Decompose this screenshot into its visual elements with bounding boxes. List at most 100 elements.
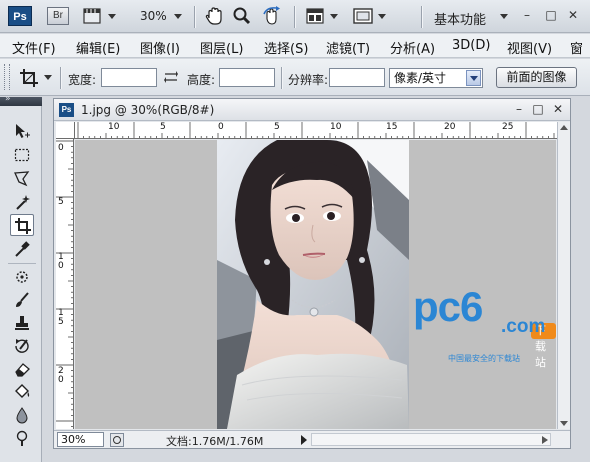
- menu-analysis[interactable]: 分析(A): [390, 38, 435, 57]
- history-brush-tool[interactable]: [10, 335, 34, 357]
- hand-tool-icon[interactable]: [204, 6, 224, 27]
- grip-handle[interactable]: [4, 64, 10, 90]
- maximize-icon[interactable]: □: [544, 8, 558, 22]
- move-tool-icon: [16, 124, 30, 138]
- tool-preset-picker[interactable]: [18, 67, 52, 89]
- crop-tool[interactable]: [10, 214, 34, 236]
- chevron-down-icon: [330, 14, 338, 19]
- status-expand-icon[interactable]: [300, 435, 308, 445]
- document-title: 1.jpg @ 30%(RGB/8#): [81, 103, 215, 117]
- dropdown-button[interactable]: [466, 70, 481, 86]
- vertical-ruler[interactable]: 0 5 1 0 1 5 2 0: [56, 139, 74, 429]
- clone-stamp-icon: [15, 316, 29, 330]
- chevron-down-icon: [44, 75, 52, 80]
- blur-drop-icon: [16, 407, 28, 424]
- minimize-icon[interactable]: –: [512, 102, 526, 116]
- scroll-up-icon[interactable]: [560, 125, 568, 130]
- menu-file[interactable]: 文件(F): [12, 38, 56, 57]
- move-tool[interactable]: [10, 120, 34, 142]
- ruler-label: 5: [160, 122, 166, 132]
- tools-panel: »: [0, 94, 42, 462]
- vertical-scrollbar[interactable]: [557, 122, 570, 429]
- rotate-view-icon[interactable]: [261, 6, 283, 27]
- menu-image[interactable]: 图像(I): [140, 38, 180, 57]
- watermark-brand: pc6: [413, 283, 483, 330]
- chevron-down-icon: [470, 76, 478, 81]
- menu-window[interactable]: 窗: [570, 38, 583, 57]
- blur-tool[interactable]: [10, 404, 34, 426]
- watermark-tagline: 中国最安全的下载站: [448, 354, 520, 363]
- screen-mode-icon: [83, 8, 101, 24]
- close-icon[interactable]: ✕: [566, 8, 580, 22]
- crop-tool-icon: [20, 69, 38, 87]
- menu-layer[interactable]: 图层(L): [200, 38, 243, 57]
- tools-panel-header[interactable]: »: [0, 94, 42, 106]
- magic-wand-tool[interactable]: [10, 192, 34, 214]
- ruler-label: 0: [58, 143, 64, 153]
- horizontal-ruler[interactable]: 10 5 0 5 10 15 20 25: [75, 122, 558, 139]
- dodge-icon: [16, 430, 28, 446]
- ruler-origin[interactable]: [56, 122, 75, 139]
- scroll-down-icon[interactable]: [560, 421, 568, 426]
- document-window: Ps 1.jpg @ 30%(RGB/8#) – □ ✕ 10 5 0 5 10…: [53, 98, 571, 449]
- menu-bar: 文件(F) 编辑(E) 图像(I) 图层(L) 选择(S) 滤镜(T) 分析(A…: [0, 34, 590, 58]
- history-brush-icon: [15, 339, 29, 353]
- chevron-down-icon: [378, 14, 386, 19]
- screen-view-button[interactable]: [352, 6, 388, 27]
- width-field[interactable]: [101, 68, 157, 87]
- eyedropper-icon: [15, 241, 30, 257]
- document-tab[interactable]: Ps 1.jpg @ 30%(RGB/8#) – □ ✕: [54, 99, 570, 121]
- dodge-tool[interactable]: [10, 427, 34, 449]
- spot-healing-tool[interactable]: [10, 266, 34, 288]
- chevron-down-icon: [108, 14, 116, 19]
- status-bar-menu-icon[interactable]: [110, 433, 124, 447]
- application-bar: Ps Br 30% 基本功能 – □ ✕: [0, 0, 590, 33]
- horizontal-scrollbar[interactable]: [311, 433, 551, 446]
- workspace-switcher[interactable]: 基本功能: [434, 9, 486, 28]
- magic-wand-icon: [16, 195, 30, 210]
- ruler-label: 20: [444, 122, 456, 132]
- height-label: 高度:: [187, 73, 216, 87]
- close-icon[interactable]: ✕: [551, 102, 565, 116]
- front-image-button[interactable]: 前面的图像: [496, 67, 577, 88]
- crop-tool-icon: [15, 218, 31, 234]
- photo-image[interactable]: [217, 140, 409, 429]
- resolution-field[interactable]: [329, 68, 385, 87]
- swap-icon[interactable]: [164, 70, 178, 84]
- bridge-button[interactable]: Br: [47, 7, 69, 25]
- menu-select[interactable]: 选择(S): [264, 38, 308, 57]
- collapse-icon[interactable]: »: [5, 94, 10, 104]
- document-size-info: 文档:1.76M/1.76M: [166, 435, 264, 448]
- menu-filter[interactable]: 滤镜(T): [326, 38, 370, 57]
- resolution-unit-select[interactable]: 像素/英寸: [389, 68, 483, 88]
- marquee-tool[interactable]: [10, 144, 34, 166]
- zoom-level-dropdown[interactable]: 30%: [140, 9, 167, 23]
- ruler-label: 10: [108, 122, 120, 132]
- eyedropper-tool[interactable]: [10, 238, 34, 260]
- menu-3d[interactable]: 3D(D): [452, 38, 490, 53]
- status-bar: 30% 文档:1.76M/1.76M: [54, 430, 570, 448]
- menu-edit[interactable]: 编辑(E): [76, 38, 120, 57]
- brush-tool[interactable]: [10, 289, 34, 311]
- zoom-tool-icon[interactable]: [232, 6, 252, 27]
- ruler-label: 25: [502, 122, 514, 132]
- ruler-label: 5: [274, 122, 280, 132]
- arrange-documents-button[interactable]: [305, 6, 341, 27]
- height-field[interactable]: [219, 68, 275, 87]
- zoom-field[interactable]: 30%: [57, 432, 104, 447]
- eraser-tool[interactable]: [10, 358, 34, 380]
- ruler-label: 5: [58, 197, 64, 207]
- paint-bucket-tool[interactable]: [10, 381, 34, 403]
- scroll-right-icon[interactable]: [539, 434, 551, 446]
- ruler-ticks: [77, 122, 555, 138]
- menu-view[interactable]: 视图(V): [507, 38, 552, 57]
- arrange-documents-icon: [306, 8, 324, 24]
- screen-mode-button[interactable]: [82, 6, 120, 27]
- canvas-area[interactable]: pc6 下载站 .com 中国最安全的下载站: [75, 140, 556, 429]
- clone-stamp-tool[interactable]: [10, 312, 34, 334]
- minimize-icon[interactable]: –: [520, 8, 534, 22]
- lasso-tool[interactable]: [10, 168, 34, 190]
- ruler-label: 1 0: [58, 252, 64, 271]
- maximize-icon[interactable]: □: [531, 102, 545, 116]
- paint-bucket-icon: [15, 384, 30, 398]
